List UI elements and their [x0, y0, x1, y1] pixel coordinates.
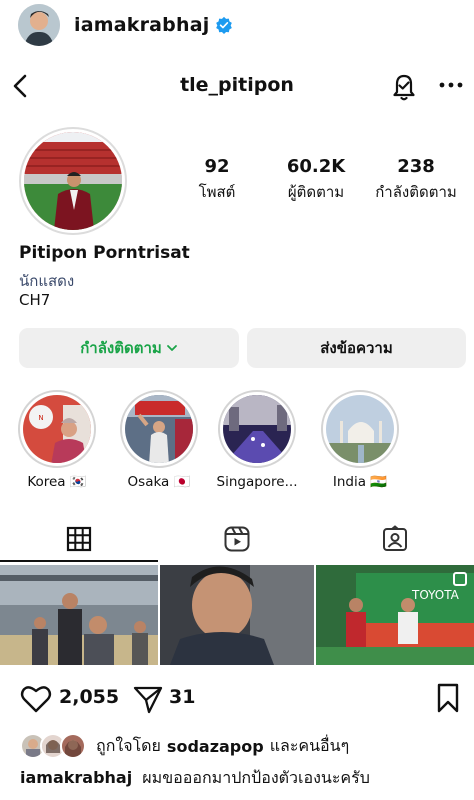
profile-category: นักแสดง: [19, 272, 75, 290]
post-author-bar: iamakrabhaj: [0, 0, 474, 50]
bookmark-icon[interactable]: [436, 683, 460, 713]
more-icon[interactable]: [438, 78, 464, 92]
posts-stat[interactable]: 92 โพสต์: [180, 156, 254, 204]
verified-badge-icon: [216, 16, 233, 34]
author-username[interactable]: iamakrabhaj: [74, 14, 209, 36]
posts-label: โพสต์: [198, 183, 236, 201]
like-count[interactable]: 2,055: [59, 686, 119, 708]
posts-count: 92: [204, 156, 230, 177]
following-button[interactable]: กำลังติดตาม: [19, 328, 239, 368]
svg-text:N: N: [38, 414, 43, 422]
author-avatar[interactable]: [18, 4, 60, 46]
chevron-down-icon: [166, 345, 177, 351]
following-button-label: กำลังติดตาม: [80, 339, 162, 357]
profile-picture[interactable]: [19, 127, 127, 235]
avatar: [60, 733, 86, 759]
message-button-label: ส่งข้อความ: [320, 339, 393, 357]
tagged-icon: [383, 525, 407, 551]
followers-count: 60.2K: [286, 156, 346, 177]
followers-label: ผู้ติดตาม: [287, 183, 345, 201]
profile-bio: CH7: [19, 291, 51, 309]
share-count: 31: [169, 686, 196, 708]
following-stat[interactable]: 238 กำลังติดตาม: [366, 156, 466, 204]
following-count: 238: [397, 156, 435, 177]
posts-grid: TOYOTA: [0, 565, 474, 665]
liked-by-row[interactable]: ถูกใจโดย sodazapop และคนอื่นๆ: [20, 731, 349, 761]
post-caption: iamakrabhaj ผมขอออกมาปกป้องตัวเองนะครับ: [20, 766, 370, 791]
profile-full-name: Pitipon Porntrisat: [19, 243, 190, 263]
profile-tabs: [0, 515, 474, 563]
liked-by-user[interactable]: sodazapop: [167, 737, 264, 756]
message-button[interactable]: ส่งข้อความ: [247, 328, 466, 368]
highlight-label: Singapore...: [216, 474, 298, 490]
notification-bell-icon[interactable]: [389, 70, 419, 102]
liked-by-suffix[interactable]: และคนอื่นๆ: [270, 734, 350, 759]
highlight-singapore[interactable]: Singapore...: [216, 390, 298, 490]
grid-post[interactable]: [160, 565, 314, 665]
caption-username[interactable]: iamakrabhaj: [20, 768, 132, 787]
following-label: กำลังติดตาม: [375, 183, 457, 201]
caption-text: ผมขอออกมาปกป้องตัวเองนะครับ: [142, 768, 370, 787]
highlight-india[interactable]: India 🇮🇳: [319, 390, 401, 490]
post-actions: 2,055 31: [0, 678, 474, 718]
tab-posts[interactable]: [0, 515, 158, 563]
highlight-label: Korea 🇰🇷: [27, 474, 87, 490]
highlight-label: Osaka 🇯🇵: [127, 474, 191, 490]
reels-icon: [224, 526, 250, 552]
grid-icon: [66, 526, 92, 552]
liked-by-prefix: ถูกใจโดย: [96, 735, 161, 755]
share-icon[interactable]: [133, 684, 163, 714]
highlight-korea[interactable]: N Korea 🇰🇷: [16, 390, 98, 490]
highlight-label: India 🇮🇳: [332, 474, 388, 490]
highlight-osaka[interactable]: Osaka 🇯🇵: [118, 390, 200, 490]
tab-tagged[interactable]: [316, 515, 474, 563]
grid-post[interactable]: [0, 565, 158, 665]
tab-reels[interactable]: [158, 515, 316, 563]
svg-text:TOYOTA: TOYOTA: [411, 588, 460, 602]
followers-stat[interactable]: 60.2K ผู้ติดตาม: [276, 156, 356, 204]
active-tab-indicator: [0, 560, 158, 562]
profile-header: tle_pitipon: [0, 64, 474, 108]
grid-post[interactable]: TOYOTA: [316, 565, 474, 665]
heart-icon[interactable]: [20, 684, 52, 714]
liked-by-avatars: [20, 733, 88, 759]
